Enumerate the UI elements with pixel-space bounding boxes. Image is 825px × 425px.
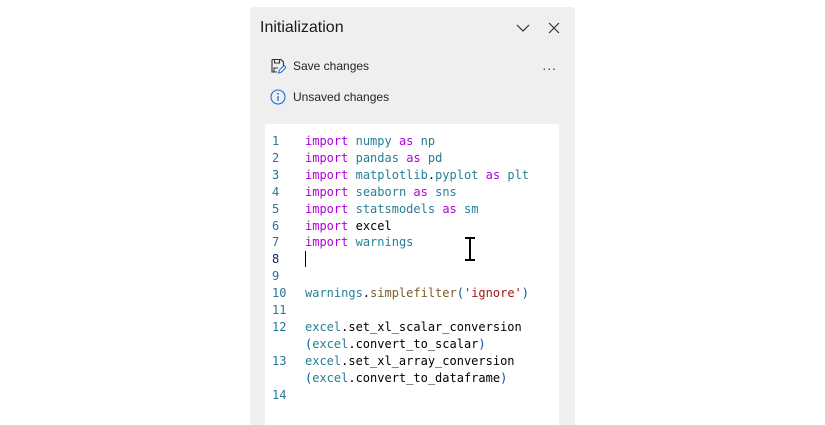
code-token: import (305, 218, 349, 233)
code-text: (excel.convert_to_dataframe) (305, 370, 507, 387)
code-token: as (485, 167, 501, 182)
initialization-panel: Initialization Save changes ... Unsaved … (250, 7, 575, 425)
code-token: as (413, 184, 428, 199)
code-text: import pandas as pd (305, 150, 442, 167)
unsaved-status-text: Unsaved changes (293, 90, 390, 104)
more-options-button[interactable]: ... (542, 57, 557, 73)
code-token: ( (456, 286, 464, 301)
code-token: import (305, 134, 349, 148)
code-token: sm (464, 201, 479, 216)
unsaved-status: Unsaved changes (270, 89, 389, 105)
code-token: . (362, 286, 371, 301)
ibeam-cursor-icon (465, 237, 475, 261)
close-button[interactable] (543, 17, 565, 39)
line-number: 6 (272, 218, 280, 233)
text-caret (305, 251, 306, 267)
code-token: excel (305, 353, 342, 368)
code-token: 'ignore' (463, 286, 522, 301)
info-icon (270, 89, 286, 105)
code-token: excel (312, 370, 349, 385)
close-icon (548, 22, 560, 34)
code-token: import (305, 235, 349, 250)
line-number: 12 (272, 319, 287, 334)
line-number: 8 (272, 252, 280, 267)
code-token: pandas (355, 150, 399, 165)
code-token: numpy (355, 134, 392, 148)
code-text: excel.set_xl_array_conversion (305, 353, 515, 370)
code-token: import (305, 150, 349, 165)
save-changes-button[interactable]: Save changes (270, 58, 369, 74)
code-token: pd (427, 150, 443, 165)
save-edit-icon (271, 58, 286, 74)
code-token: warnings (305, 286, 363, 301)
code-token: .convert_to_dataframe (348, 370, 501, 385)
code-text: import numpy as np (305, 133, 435, 150)
code-editor[interactable]: 1 import numpy as np 2 import pandas as pd 3… (265, 124, 559, 425)
code-token: matplotlib (355, 167, 428, 182)
code-token: excel (305, 319, 342, 334)
code-text: import excel (305, 218, 392, 235)
code-token: warnings (355, 235, 414, 250)
code-token: .set_xl_array_conversion (341, 353, 515, 368)
line-number: 7 (272, 235, 280, 250)
line-number: 14 (272, 387, 287, 402)
code-token: as (406, 150, 421, 165)
line-number: 4 (272, 184, 280, 199)
code-token: excel (355, 218, 392, 233)
code-token: np (420, 134, 436, 148)
panel-title: Initialization (260, 19, 344, 36)
line-number: 10 (272, 286, 287, 301)
code-token: import (305, 167, 349, 182)
code-token: as (442, 201, 457, 216)
code-token: simplefilter (370, 286, 457, 301)
chevron-down-icon (516, 24, 530, 32)
code-token: ) (478, 336, 486, 351)
line-number: 5 (272, 201, 280, 216)
line-number: 11 (272, 303, 287, 317)
code-text: import seaborn as sns (305, 184, 457, 201)
code-token: ) (500, 370, 508, 385)
code-text: excel.set_xl_scalar_conversion (305, 319, 522, 336)
code-token: import (305, 201, 349, 216)
code-token: seaborn (355, 184, 407, 199)
line-number: 2 (272, 150, 280, 165)
code-token: sns (435, 184, 457, 199)
code-token: .convert_to_scalar (348, 336, 479, 351)
code-text: import warnings (305, 234, 413, 251)
line-number: 13 (272, 353, 287, 368)
code-token: .set_xl_scalar_conversion (341, 319, 522, 334)
code-token: statsmodels (355, 201, 436, 216)
code-token: pyplot (435, 167, 479, 182)
code-token: as (398, 134, 414, 148)
code-token: excel (312, 336, 349, 351)
code-token: plt (507, 167, 530, 182)
code-text: warnings.simplefilter('ignore') (305, 285, 529, 302)
code-token: ) (521, 286, 529, 301)
code-text: (excel.convert_to_scalar) (305, 336, 486, 353)
line-number: 1 (272, 134, 280, 148)
save-changes-label: Save changes (293, 59, 370, 73)
line-number: 3 (272, 167, 280, 182)
code-token: import (305, 184, 349, 199)
collapse-button[interactable] (512, 17, 534, 39)
code-text: import statsmodels as sm (305, 201, 478, 218)
code-token: . (427, 167, 436, 182)
line-number: 9 (272, 269, 280, 284)
code-text: import matplotlib.pyplot as plt (305, 167, 529, 184)
